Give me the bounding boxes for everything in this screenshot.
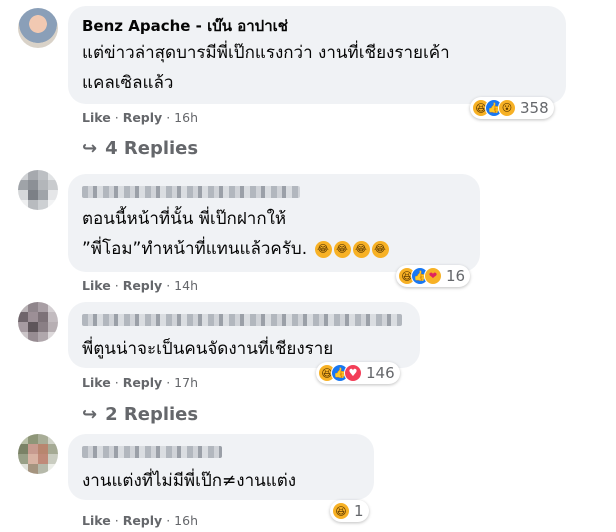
reply-arrow-icon: ↪ (82, 138, 98, 159)
laughing-emoji-icon: 😂 (371, 240, 389, 258)
view-replies-link[interactable]: ↪ 2 Replies (82, 404, 198, 425)
reaction-count: 16 (446, 267, 466, 285)
replies-label: 4 Replies (105, 138, 199, 159)
comment-actions: Like · Reply · 14h (82, 278, 198, 293)
like-button[interactable]: Like (82, 278, 111, 293)
like-button[interactable]: Like (82, 110, 111, 125)
reply-button[interactable]: Reply (123, 110, 162, 125)
reply-button[interactable]: Reply (123, 513, 162, 528)
reaction-count: 146 (366, 364, 395, 382)
blurred-author-name (82, 186, 300, 198)
laughing-emoji-icon: 😂 (352, 240, 370, 258)
reaction-summary[interactable]: 😆 👍 ♥ 146 (316, 362, 400, 384)
avatar[interactable] (18, 8, 58, 48)
replies-label: 2 Replies (105, 404, 199, 425)
timestamp[interactable]: 16h (174, 110, 198, 125)
like-button[interactable]: Like (82, 375, 111, 390)
avatar[interactable] (18, 302, 58, 342)
haha-icon: 😆 (332, 502, 350, 520)
comment-actions: Like · Reply · 16h (82, 110, 198, 125)
comment-text: พี่ตูนน่าจะเป็นคนจัดงานที่เชียงราย (82, 339, 334, 359)
comment-text: แต่ข่าวล่าสุดบารมีพี่เป๊กแรงกว่า งานที่เ… (82, 43, 450, 93)
avatar[interactable] (18, 434, 58, 474)
reply-button[interactable]: Reply (123, 375, 162, 390)
love-icon: ♥ (344, 364, 362, 382)
laughing-emoji-icon: 😂 (333, 240, 351, 258)
reaction-summary[interactable]: 😆 1 (330, 500, 369, 522)
avatar[interactable] (18, 170, 58, 210)
reaction-count: 1 (354, 502, 364, 520)
timestamp[interactable]: 14h (174, 278, 198, 293)
comment-actions: Like · Reply · 17h (82, 375, 198, 390)
comment-text: งานแต่งที่ไม่มีพี่เป๊ก≠งานแต่ง (82, 471, 297, 491)
wow-icon: 😮 (498, 99, 516, 117)
comment-author[interactable]: Benz Apache - เบ๊น อาปาเช่ (82, 14, 288, 38)
care-icon: ❤ (424, 267, 442, 285)
timestamp[interactable]: 16h (174, 513, 198, 528)
view-replies-link[interactable]: ↪ 4 Replies (82, 138, 198, 159)
reaction-summary[interactable]: 😆 👍 😮 358 (470, 97, 554, 119)
reply-button[interactable]: Reply (123, 278, 162, 293)
laughing-emoji-icon: 😂 (314, 240, 332, 258)
timestamp[interactable]: 17h (174, 375, 198, 390)
like-button[interactable]: Like (82, 513, 111, 528)
reaction-summary[interactable]: 😆 👍 ❤ 16 (396, 265, 471, 287)
comment-text: ตอนนี้หน้าที่นั้น พี่เป๊กฝากให้ ”พี่โอม”… (82, 204, 389, 264)
blurred-author-name (82, 446, 222, 458)
comment-actions: Like · Reply · 16h (82, 513, 198, 528)
blurred-author-name (82, 314, 402, 326)
reply-arrow-icon: ↪ (82, 404, 98, 425)
reaction-count: 358 (520, 99, 549, 117)
